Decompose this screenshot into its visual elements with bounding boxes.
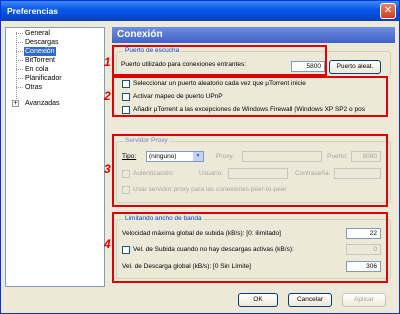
- window-title: Preferencias: [7, 6, 59, 16]
- preferences-window: Preferencias ✕ General Descargas Conexió…: [0, 0, 400, 314]
- ok-button[interactable]: OK: [238, 293, 278, 307]
- annotation-number-2: 2: [104, 89, 111, 103]
- section-header: Conexión: [112, 27, 395, 43]
- tree-item-en-cola[interactable]: En cola: [24, 65, 49, 74]
- tree-item-bittorrent[interactable]: BitTorrent: [24, 56, 56, 65]
- section-title: Conexión: [117, 29, 163, 40]
- annotation-box-1: [112, 45, 327, 76]
- category-tree: General Descargas Conexión BitTorrent En…: [5, 27, 105, 287]
- tree-item-planificador[interactable]: Planificador: [24, 74, 63, 83]
- annotation-box-3: [112, 134, 388, 207]
- tree-item-conexion[interactable]: Conexión: [24, 47, 56, 56]
- apply-button[interactable]: Aplicar: [342, 293, 386, 307]
- tree-item-otras[interactable]: Otras: [24, 83, 43, 92]
- tree-item-descargas[interactable]: Descargas: [24, 38, 59, 47]
- tree-item-avanzadas[interactable]: Avanzadas: [24, 99, 61, 108]
- annotation-number-3: 3: [104, 162, 111, 176]
- expand-icon[interactable]: +: [12, 100, 19, 107]
- annotation-number-1: 1: [104, 55, 111, 69]
- annotation-box-4: [112, 212, 388, 283]
- annotation-box-2: [112, 76, 388, 117]
- close-button[interactable]: ✕: [380, 3, 396, 19]
- tree-item-general[interactable]: General: [24, 29, 51, 38]
- random-port-button[interactable]: Puerto aleat.: [329, 60, 381, 74]
- title-bar: Preferencias: [1, 1, 399, 21]
- annotation-number-4: 4: [104, 237, 111, 251]
- cancel-button[interactable]: Cancelar: [288, 293, 332, 307]
